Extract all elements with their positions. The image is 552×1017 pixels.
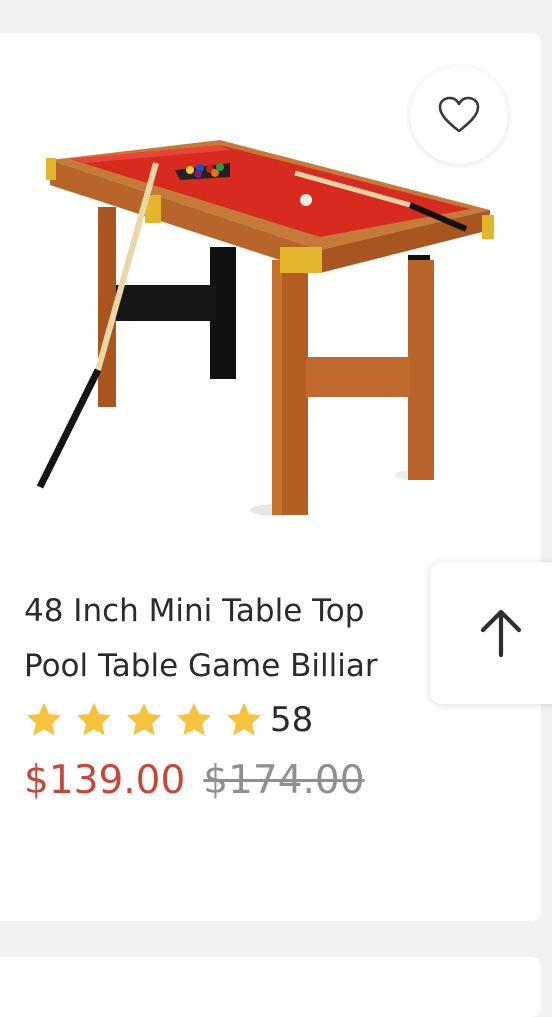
current-price: $139.00 [24, 758, 186, 803]
original-price: $174.00 [203, 758, 365, 803]
previous-card-edge [0, 0, 552, 14]
arrow-up-icon [480, 609, 522, 658]
star-icon [227, 703, 261, 736]
back-to-top-button[interactable] [430, 562, 552, 704]
product-title[interactable]: 48 Inch Mini Table Top Pool Table Game B… [24, 584, 444, 694]
next-product-card[interactable] [0, 957, 541, 1017]
star-icon [177, 703, 211, 736]
star-icon [27, 703, 61, 736]
product-title-line-1: 48 Inch Mini Table Top [24, 593, 365, 629]
star-icon [127, 703, 161, 736]
product-title-line-2: Pool Table Game Billiar [24, 648, 378, 684]
star-rating [24, 700, 270, 740]
product-image[interactable] [30, 125, 500, 525]
review-count: 58 [270, 700, 314, 740]
heart-outline-icon [438, 96, 480, 133]
price-block: $139.00 $174.00 [24, 758, 365, 803]
favorite-button[interactable] [410, 66, 508, 164]
star-icon [77, 703, 111, 736]
product-rating: 58 [24, 698, 313, 742]
